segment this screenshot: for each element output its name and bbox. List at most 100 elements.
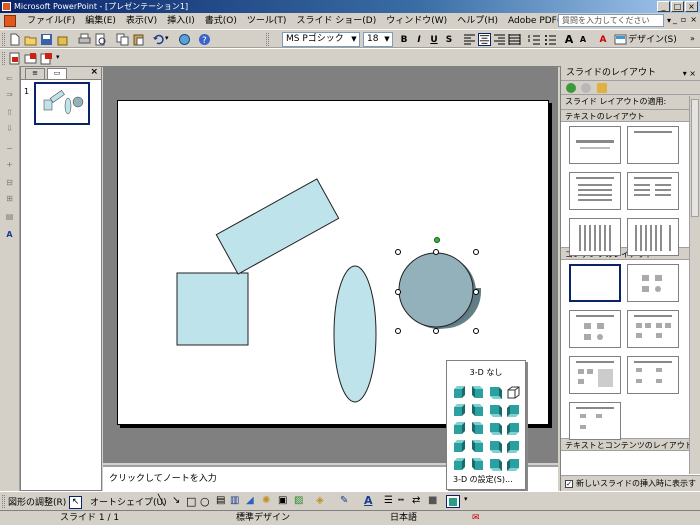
open-icon[interactable] <box>24 33 37 46</box>
task-pane-scrollbar[interactable] <box>689 96 700 474</box>
toolbar-grip-4[interactable] <box>2 495 5 508</box>
italic-button[interactable]: I <box>412 33 426 47</box>
3d-cylinder-shape[interactable] <box>398 252 482 329</box>
bold-button[interactable]: B <box>397 33 411 47</box>
3d-style-option[interactable] <box>452 439 467 454</box>
font-color-button[interactable]: A <box>596 33 610 47</box>
menu-window[interactable]: ウィンドウ(W) <box>381 13 452 29</box>
no-3d-option[interactable]: 3-D なし <box>447 361 525 379</box>
toolbar-overflow-icon[interactable]: » <box>690 34 695 43</box>
expand-icon[interactable]: + <box>4 160 15 169</box>
selection-handle[interactable] <box>473 289 479 295</box>
doc-close-icon[interactable]: × <box>690 15 697 24</box>
size-dropdown-icon[interactable]: ▼ <box>382 33 392 46</box>
layout-content-stacked[interactable] <box>569 402 621 440</box>
autoshape-menu[interactable]: オートシェイプ(U) <box>90 495 167 508</box>
line-style-icon[interactable]: ☰ <box>384 495 393 506</box>
selection-handle[interactable] <box>433 249 439 255</box>
undo-icon[interactable] <box>152 33 165 46</box>
line-color-icon[interactable]: ✎ <box>340 495 348 506</box>
permission-icon[interactable] <box>56 33 69 46</box>
hyperlink-icon[interactable] <box>178 33 191 46</box>
layout-title-two-content[interactable] <box>627 310 679 348</box>
pdf-email-icon[interactable] <box>24 52 37 65</box>
layout-title-slide[interactable] <box>569 126 621 164</box>
task-pane-close-icon[interactable]: ▾ × <box>683 66 696 81</box>
move-down-icon[interactable]: ⇩ <box>4 124 15 133</box>
distributed-icon[interactable] <box>508 33 521 46</box>
font-size-combo[interactable]: 18 ▼ <box>363 32 393 47</box>
expand-all-icon[interactable]: ⊞ <box>4 194 15 203</box>
doc-minimize-icon[interactable]: _ <box>673 15 677 24</box>
align-left-icon[interactable] <box>463 33 476 46</box>
help-search-input[interactable]: 質問を入力してください <box>558 14 664 27</box>
arrow-icon[interactable]: ↘ <box>172 495 180 506</box>
tab-outline[interactable]: ≡ <box>25 68 45 79</box>
collapse-all-icon[interactable]: ⊟ <box>4 178 15 187</box>
3d-style-option[interactable] <box>506 403 521 418</box>
collapse-icon[interactable]: − <box>4 144 15 153</box>
paste-icon[interactable] <box>132 33 145 46</box>
design-button[interactable]: デザイン(S) <box>628 33 677 47</box>
3d-style-option[interactable] <box>470 385 485 400</box>
promote-icon[interactable]: ⇐ <box>4 74 15 83</box>
menu-tools[interactable]: ツール(T) <box>242 13 292 29</box>
design-icon[interactable] <box>614 33 627 46</box>
layout-vertical-text[interactable] <box>569 218 621 256</box>
close-button[interactable]: × <box>685 1 698 12</box>
rectangle-shape[interactable] <box>215 178 340 275</box>
toolbar-grip[interactable] <box>2 33 5 46</box>
layout-title-content-2[interactable] <box>569 356 621 394</box>
menu-edit[interactable]: 編集(E) <box>80 13 121 29</box>
forward-icon[interactable] <box>581 83 591 93</box>
menu-file[interactable]: ファイル(F) <box>22 13 80 29</box>
rectangle-icon[interactable]: □ <box>186 495 196 508</box>
increase-font-button[interactable]: A <box>562 33 576 47</box>
oval-icon[interactable]: ○ <box>200 495 210 508</box>
dash-style-icon[interactable]: ┅ <box>398 495 404 506</box>
3d-style-option[interactable] <box>470 421 485 436</box>
textbox-icon[interactable]: ▤ <box>216 495 225 506</box>
scrollbar-thumb[interactable] <box>691 99 699 217</box>
selection-handle[interactable] <box>433 328 439 334</box>
layout-title-content[interactable] <box>569 310 621 348</box>
decrease-font-button[interactable]: A <box>576 33 590 47</box>
3d-style-option[interactable] <box>452 421 467 436</box>
clipart-icon[interactable]: ▣ <box>278 495 287 506</box>
layout-title-four-content[interactable] <box>627 356 679 394</box>
toolbar-grip-2[interactable] <box>266 33 269 46</box>
3d-style-option[interactable] <box>470 439 485 454</box>
select-objects-icon[interactable]: ↖ <box>69 496 82 509</box>
align-center-icon[interactable] <box>478 33 491 46</box>
selection-handle[interactable] <box>395 249 401 255</box>
show-on-insert-checkbox[interactable]: ✓ <box>565 479 573 488</box>
layout-title-only[interactable] <box>627 126 679 164</box>
3d-style-option[interactable] <box>470 457 485 472</box>
3d-style-icon[interactable] <box>446 495 460 508</box>
pane-close-icon[interactable]: × <box>90 67 98 77</box>
selection-handle[interactable] <box>473 328 479 334</box>
arrow-style-icon[interactable]: ⇄ <box>412 495 420 506</box>
layout-content[interactable] <box>627 264 679 302</box>
3d-style-option[interactable] <box>488 403 503 418</box>
copy-icon[interactable] <box>116 33 129 46</box>
3d-style-option[interactable] <box>488 457 503 472</box>
demote-icon[interactable]: ⇒ <box>4 90 15 99</box>
menu-help[interactable]: ヘルプ(H) <box>452 13 503 29</box>
selection-handle[interactable] <box>473 249 479 255</box>
menu-format[interactable]: 書式(O) <box>200 13 242 29</box>
3d-style-option[interactable] <box>470 403 485 418</box>
square-shape[interactable] <box>176 272 249 346</box>
3d-style-option[interactable] <box>452 385 467 400</box>
3d-style-option[interactable] <box>506 439 521 454</box>
shadow-button[interactable]: S <box>442 33 456 47</box>
doc-restore-icon[interactable]: ▫ <box>681 15 686 24</box>
shadow-style-icon[interactable]: ■ <box>428 495 437 506</box>
menu-view[interactable]: 表示(V) <box>121 13 162 29</box>
menu-insert[interactable]: 挿入(I) <box>162 13 200 29</box>
undo-dropdown-icon[interactable]: ▾ <box>165 34 169 42</box>
align-right-icon[interactable] <box>493 33 506 46</box>
pdf-review-icon[interactable] <box>40 52 53 65</box>
minimize-button[interactable]: _ <box>657 1 670 12</box>
vertical-textbox-icon[interactable]: ▥ <box>230 495 239 506</box>
